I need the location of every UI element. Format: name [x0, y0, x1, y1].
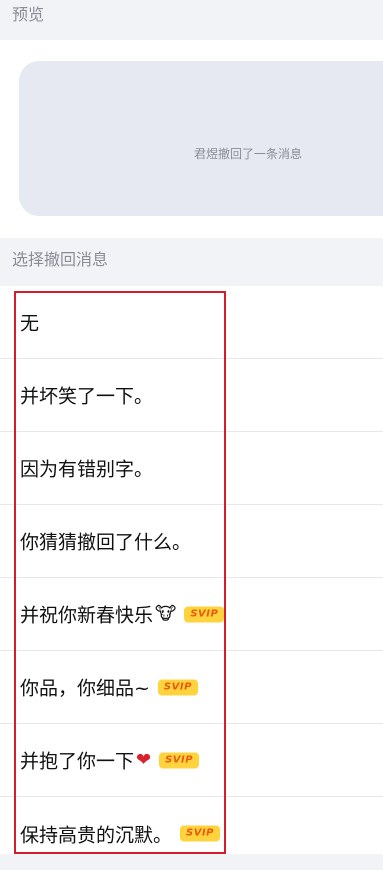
preview-recall-notice: 君煜撤回了一条消息 — [194, 147, 303, 161]
recall-option-guess[interactable]: 你猜猜撤回了什么。 — [0, 505, 383, 578]
option-label: 你猜猜撤回了什么。 — [20, 531, 192, 554]
recall-option-savor[interactable]: 你品，你细品~ SVIP — [0, 651, 383, 724]
option-label: 保持高贵的沉默。 — [20, 824, 173, 846]
svip-badge: SVIP — [184, 606, 225, 622]
select-title: 选择撤回消息 — [12, 250, 109, 269]
svip-badge: SVIP — [157, 679, 198, 695]
preview-card: 君煜撤回了一条消息 — [19, 61, 383, 216]
recall-option-typo[interactable]: 因为有错别字。 — [0, 432, 383, 505]
svip-badge: SVIP — [180, 825, 221, 842]
preview-panel: 君煜撤回了一条消息 — [0, 40, 383, 238]
red-heart-icon: ❤ — [136, 749, 152, 771]
recall-option-new-year[interactable]: 并祝你新春快乐 🐮 SVIP — [0, 578, 383, 651]
recall-option-silence[interactable]: 保持高贵的沉默。 SVIP — [0, 797, 383, 870]
select-section-header: 选择撤回消息 — [0, 238, 383, 286]
recall-option-smirk[interactable]: 并坏笑了一下。 — [0, 359, 383, 432]
preview-section-header: 预览 — [0, 0, 383, 40]
recall-option-hug[interactable]: 并抱了你一下 ❤ SVIP — [0, 724, 383, 797]
recall-message-list: 无 并坏笑了一下。 因为有错别字。 你猜猜撤回了什么。 并祝你新春快乐 🐮 SV… — [0, 286, 383, 854]
option-label: 因为有错别字。 — [20, 458, 154, 481]
option-label: 并抱了你一下 — [20, 750, 135, 773]
svip-badge: SVIP — [159, 752, 200, 768]
option-label: 你品，你细品~ — [20, 677, 150, 700]
option-label: 无 — [20, 312, 40, 335]
cow-icon: 🐮 — [155, 603, 177, 625]
option-label: 并坏笑了一下。 — [20, 385, 154, 408]
preview-title: 预览 — [12, 5, 45, 24]
option-label: 并祝你新春快乐 — [20, 604, 154, 627]
recall-option-none[interactable]: 无 — [0, 286, 383, 359]
